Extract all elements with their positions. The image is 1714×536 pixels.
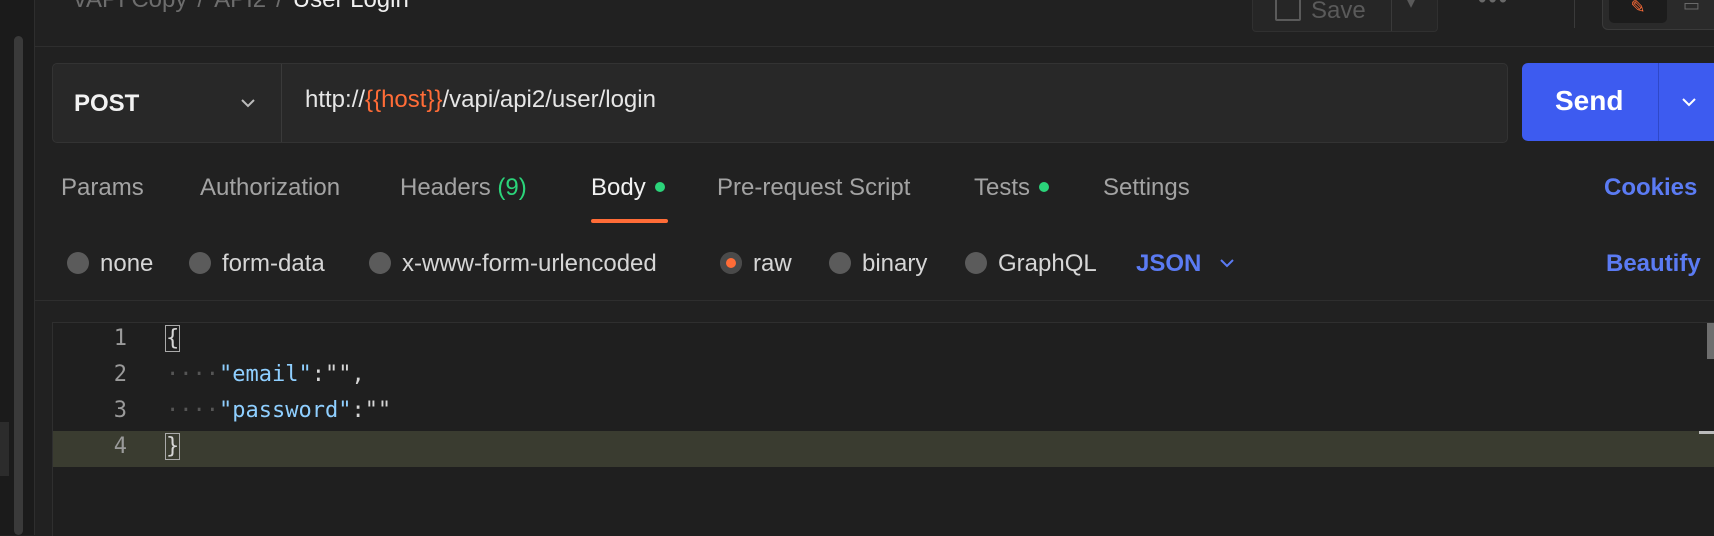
save-button[interactable]: Save: [1311, 0, 1366, 25]
tab-label: Body: [591, 174, 646, 201]
radio-label: form-data: [222, 250, 325, 277]
chevron-down-icon: [241, 99, 255, 108]
breadcrumb-item-folder[interactable]: API2: [214, 0, 266, 13]
url-bar: POST http://{{host}}/vapi/api2/user/logi…: [52, 63, 1508, 143]
divider: [1574, 0, 1575, 28]
line-code: ····"password":"": [166, 398, 392, 423]
language-label: JSON: [1136, 250, 1202, 277]
brace: {: [164, 325, 181, 352]
divider: [1391, 0, 1392, 31]
radio-binary[interactable]: binary: [829, 250, 927, 278]
radio-raw[interactable]: raw: [720, 250, 792, 278]
headers-count-badge: (9): [497, 174, 527, 201]
line-number: 1: [113, 326, 127, 351]
language-select[interactable]: JSON: [1136, 250, 1235, 278]
line-number: 4: [113, 434, 127, 459]
radio-label: raw: [753, 250, 792, 277]
left-rail: [0, 0, 35, 535]
comments-icon[interactable]: ▭: [1683, 0, 1700, 16]
url-input[interactable]: http://{{host}}/vapi/api2/user/login: [305, 86, 656, 114]
tab-label: Pre-request Script: [717, 174, 911, 201]
tab-label: Headers: [400, 174, 491, 201]
breadcrumb-current: User Login: [293, 0, 409, 13]
tab-body[interactable]: Body: [591, 174, 665, 202]
tab-params[interactable]: Params: [61, 174, 144, 202]
brace: }: [164, 433, 181, 460]
radio-none[interactable]: none: [67, 250, 153, 278]
radio-label: binary: [862, 250, 928, 277]
tab-authorization[interactable]: Authorization: [200, 174, 340, 202]
send-button[interactable]: Send: [1555, 85, 1623, 117]
request-header: vAPI Copy / API2 / User Login Save ▾ ••• ✎ ▭: [34, 0, 1714, 47]
indent-guide: ····: [166, 398, 219, 423]
radio-circle-selected: [720, 251, 742, 274]
editor-line-current: 4 }: [53, 431, 1714, 467]
divider: [1658, 63, 1659, 141]
tab-settings[interactable]: Settings: [1103, 174, 1190, 202]
url-prefix: http://: [305, 86, 366, 113]
line-code: }: [164, 433, 181, 460]
line-number: 2: [113, 362, 127, 387]
code-editor[interactable]: 1 { 2 ····"email":"", 3 ····"password":"…: [52, 322, 1714, 536]
radio-circle: [965, 251, 987, 274]
method-label: POST: [74, 90, 140, 117]
save-button-group: Save ▾: [1252, 0, 1438, 32]
json-key: "email": [218, 362, 312, 387]
send-options-chevron-icon[interactable]: [1680, 93, 1698, 111]
radio-form-data[interactable]: form-data: [189, 250, 325, 278]
radio-circle: [67, 251, 89, 274]
save-icon: [1275, 0, 1301, 21]
chevron-down-icon: [1220, 258, 1235, 268]
active-tab-indicator: [591, 219, 668, 223]
radio-circle: [829, 251, 851, 274]
radio-x-www-form-urlencoded[interactable]: x-www-form-urlencoded: [369, 250, 657, 278]
editor-line: 2 ····"email":"",: [53, 359, 1714, 395]
tab-label: Params: [61, 174, 144, 201]
editor-scrollbar[interactable]: [1707, 323, 1714, 359]
radio-label: none: [100, 250, 154, 277]
editor-line: 3 ····"password":"": [53, 395, 1714, 431]
sidebar-collapse-tab[interactable]: [0, 422, 9, 476]
tab-label: Tests: [974, 174, 1031, 201]
editor-scroll-marker: [1699, 431, 1714, 434]
send-button-group: Send: [1522, 63, 1714, 141]
json-comma: ,: [351, 362, 365, 387]
breadcrumb-separator: /: [197, 0, 204, 13]
radio-label: x-www-form-urlencoded: [402, 250, 657, 277]
url-variable-host[interactable]: {{host}}: [365, 86, 442, 113]
tab-pre-request-script[interactable]: Pre-request Script: [717, 174, 910, 202]
beautify-link[interactable]: Beautify: [1606, 250, 1701, 278]
line-code: ····"email":"",: [166, 362, 365, 387]
tests-status-dot: [1039, 181, 1050, 192]
breadcrumb-item-collection[interactable]: vAPI Copy: [74, 0, 187, 13]
body-status-dot: [654, 181, 665, 192]
editor-line: 1 {: [53, 323, 1714, 359]
request-tabs: Params Authorization Headers (9) Body Pr…: [34, 160, 1714, 224]
edit-mode-pencil-icon[interactable]: ✎: [1609, 0, 1667, 23]
tab-label: Settings: [1103, 174, 1190, 201]
json-value: "": [364, 398, 392, 423]
method-select[interactable]: POST: [53, 64, 282, 142]
more-options-icon[interactable]: •••: [1478, 0, 1509, 14]
cookies-link[interactable]: Cookies: [1604, 174, 1697, 202]
radio-circle: [189, 251, 211, 274]
line-code: {: [164, 325, 181, 352]
radio-label: GraphQL: [998, 250, 1097, 277]
save-dropdown-chevron-icon[interactable]: ▾: [1407, 0, 1415, 13]
body-type-selector: none form-data x-www-form-urlencoded raw…: [34, 240, 1714, 301]
tab-tests[interactable]: Tests: [974, 174, 1050, 202]
radio-circle: [369, 251, 391, 274]
tab-headers[interactable]: Headers (9): [400, 174, 527, 202]
json-key: "password": [218, 398, 352, 423]
url-path: /vapi/api2/user/login: [442, 86, 656, 113]
view-mode-toggle: ✎ ▭: [1602, 0, 1714, 30]
radio-graphql[interactable]: GraphQL: [965, 250, 1097, 278]
json-value: "": [324, 362, 352, 387]
sidebar-scrollbar[interactable]: [14, 36, 23, 535]
line-number: 3: [113, 398, 127, 423]
breadcrumb-separator: /: [276, 0, 283, 13]
breadcrumb: vAPI Copy / API2 / User Login: [74, 0, 409, 14]
tab-label: Authorization: [200, 174, 341, 201]
indent-guide: ····: [166, 362, 219, 387]
